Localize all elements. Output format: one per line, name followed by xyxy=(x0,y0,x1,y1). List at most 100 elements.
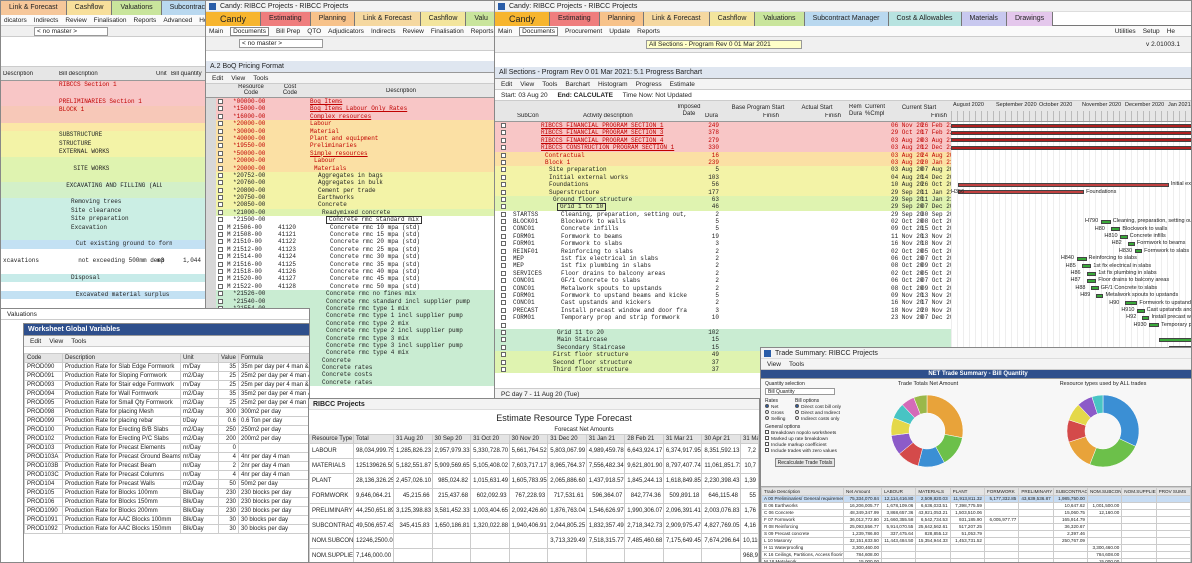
table-row[interactable]: K 16 Ceilings, Partitions, Access floori… xyxy=(761,551,1191,559)
table-row[interactable]: M 18 Metalwork 15,000.00 15,000.00 xyxy=(761,558,1191,562)
gantt-bar[interactable] xyxy=(1101,219,1111,224)
radio-button[interactable] xyxy=(765,404,769,408)
column-header[interactable]: Trade Description xyxy=(761,487,844,496)
menu-item[interactable]: Tools xyxy=(71,338,86,345)
column-header[interactable]: Value xyxy=(218,353,239,363)
table-row[interactable]: PROD103B Production Rate for Precast Beam… xyxy=(24,461,309,471)
expand-icon[interactable] xyxy=(501,307,506,313)
checkbox[interactable] xyxy=(765,442,769,446)
expand-icon[interactable] xyxy=(501,152,506,158)
expand-icon[interactable] xyxy=(218,298,223,304)
expand-icon[interactable] xyxy=(501,182,506,188)
expand-icon[interactable] xyxy=(218,283,223,289)
menu-item[interactable]: dicators xyxy=(4,17,27,24)
table-row[interactable]: R 08 Reinforcing 25,093,556.77 5,914,070.5… xyxy=(761,523,1191,531)
menu-item[interactable]: Main xyxy=(498,28,512,35)
table-row[interactable]: PROD103A Production Rate for Precast Grou… xyxy=(24,452,309,462)
column-header[interactable]: Formula xyxy=(238,353,309,363)
column-header[interactable]: SUBCONTRACT xyxy=(1052,487,1088,496)
expand-icon[interactable] xyxy=(501,137,506,143)
table-row[interactable]: MATERIALS 125139626.50 5,182,551.87 5,909,5… xyxy=(309,458,759,474)
table-row[interactable]: A 00 Preliminaries/ General requirements… xyxy=(761,495,1191,503)
menu-item[interactable]: Edit xyxy=(501,81,512,88)
module-tab[interactable]: Link & Forecast xyxy=(354,12,421,26)
menu-item[interactable]: Reports xyxy=(134,17,157,24)
gantt-bar[interactable] xyxy=(1086,271,1097,276)
module-tab[interactable]: Valu xyxy=(466,12,494,26)
table-row[interactable]: PROD094 Production Rate for Wall Formwork… xyxy=(24,389,309,399)
table-row[interactable]: H 11 Waterproofing 3,300,460.00 3,300,460.… xyxy=(761,544,1191,552)
table-row[interactable]: S 09 Precast concrete 1,239,786.80 337,475… xyxy=(761,530,1191,538)
gantt-bar[interactable] xyxy=(1142,315,1150,320)
expand-icon[interactable] xyxy=(501,366,506,372)
module-tab[interactable]: Candy xyxy=(206,12,262,26)
menu-item[interactable]: Finalisation xyxy=(94,17,127,24)
expand-icon[interactable] xyxy=(218,180,223,186)
module-tab[interactable]: Link & Forecast xyxy=(643,12,710,26)
table-row[interactable]: PROD090 Production Rate for Slab Edge For… xyxy=(24,362,309,372)
column-header[interactable]: FORMWORK xyxy=(983,487,1020,496)
expand-icon[interactable] xyxy=(501,352,506,358)
column-header[interactable]: Unit xyxy=(180,353,219,363)
module-tab[interactable]: Drawings xyxy=(1006,12,1054,26)
module-tab[interactable]: Cost & Allowables xyxy=(888,12,962,26)
section-select[interactable]: All Sections - Program Rev 0 01 Mar 2021 xyxy=(646,40,802,49)
expand-icon[interactable] xyxy=(218,195,223,201)
expand-icon[interactable] xyxy=(501,292,506,298)
column-header[interactable]: PLANT xyxy=(949,487,985,496)
checkbox[interactable] xyxy=(765,430,769,434)
table-row[interactable]: PROD106 Production Rate for Blocks 150mm B… xyxy=(24,497,309,507)
expand-icon[interactable] xyxy=(501,189,506,195)
module-tab[interactable]: Valuations xyxy=(112,1,162,15)
expand-icon[interactable] xyxy=(501,145,506,151)
menu-item[interactable]: Estimate xyxy=(670,81,695,88)
gantt-bar[interactable] xyxy=(1149,323,1160,328)
expand-icon[interactable] xyxy=(501,278,506,284)
expand-icon[interactable] xyxy=(501,174,506,180)
menu-item[interactable]: Documents xyxy=(519,27,558,36)
expand-icon[interactable] xyxy=(218,254,223,260)
menu-item[interactable]: View xyxy=(231,75,245,82)
column-header[interactable]: NOM.SUPPLIER xyxy=(1121,487,1157,496)
gantt-bar[interactable] xyxy=(951,123,1191,128)
gantt-bar[interactable] xyxy=(1081,264,1092,269)
menu-item[interactable]: Tools xyxy=(789,361,804,368)
table-row[interactable]: E 06 Earthworks 16,206,005.77 1,678,109.06… xyxy=(761,502,1191,510)
module-tab[interactable]: Materials xyxy=(961,12,1007,26)
menu-item[interactable]: Documents xyxy=(230,27,269,36)
column-header[interactable]: 31 Aug 20 xyxy=(393,434,433,444)
menu-item[interactable]: Utilities xyxy=(1115,28,1136,35)
menu-item[interactable]: Review xyxy=(403,28,424,35)
table-row[interactable]: PROD1091 Production Rate for AAC Blocks 1… xyxy=(24,515,309,525)
module-tab[interactable]: Planning xyxy=(310,12,355,26)
menu-item[interactable]: Update xyxy=(609,28,630,35)
radio-button[interactable] xyxy=(795,404,799,408)
expand-icon[interactable] xyxy=(501,248,506,254)
table-row[interactable]: PLANT 28,136,326.25 2,457,026.10 985,024.82… xyxy=(309,473,759,489)
table-row[interactable]: PROD098 Production Rate for placing Mesh m… xyxy=(24,407,309,417)
column-header[interactable]: Resource Type xyxy=(309,434,354,444)
menu-item[interactable]: He xyxy=(1167,28,1175,35)
expand-icon[interactable] xyxy=(501,196,506,202)
recalculate-button[interactable]: Recalculate Trade Totals xyxy=(775,458,835,467)
module-tab[interactable]: Link & Forecast xyxy=(1,1,67,15)
module-tab[interactable]: Estimating xyxy=(261,12,311,26)
gantt-bar[interactable] xyxy=(1110,227,1121,232)
menu-item[interactable]: Edit xyxy=(212,75,223,82)
expand-icon[interactable] xyxy=(218,135,223,141)
expand-icon[interactable] xyxy=(218,232,223,238)
gantt-bar[interactable] xyxy=(951,138,1191,143)
expand-icon[interactable] xyxy=(501,285,506,291)
gantt-bar[interactable] xyxy=(1086,278,1097,283)
expand-icon[interactable] xyxy=(501,359,506,365)
menu-item[interactable]: Advanced xyxy=(163,17,192,24)
expand-icon[interactable] xyxy=(501,130,506,136)
expand-icon[interactable] xyxy=(501,300,506,306)
menu-item[interactable]: Barchart xyxy=(565,81,590,88)
module-tab[interactable]: Candy xyxy=(495,12,551,26)
option-item[interactable]: Selling xyxy=(765,416,795,422)
expand-icon[interactable] xyxy=(218,276,223,282)
table-row[interactable]: SUBCONTRACT 49,506,657.43 345,415.83 1,650,… xyxy=(309,518,759,534)
expand-icon[interactable] xyxy=(501,337,506,343)
expand-icon[interactable] xyxy=(501,211,506,217)
